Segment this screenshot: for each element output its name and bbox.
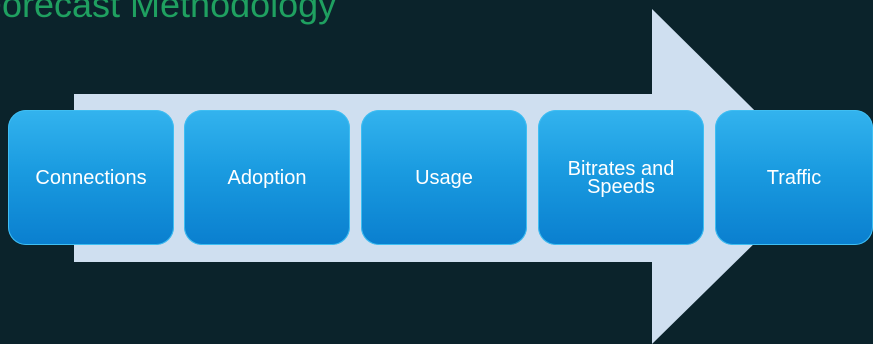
step-label: Bitrates and Speeds — [567, 157, 675, 198]
step-usage: Usage — [361, 110, 527, 245]
step-adoption: Adoption — [184, 110, 350, 245]
step-label: Connections — [35, 166, 147, 189]
step-label: Adoption — [227, 166, 307, 189]
step-label: Traffic — [766, 166, 822, 189]
step-traffic: Traffic — [715, 110, 873, 245]
step-connections: Connections — [8, 110, 174, 245]
step-label: Usage — [415, 166, 473, 189]
process-steps: Connections Adoption Usage Bitrates and … — [0, 0, 873, 344]
step-bitrates-and-speeds: Bitrates and Speeds — [538, 110, 704, 245]
